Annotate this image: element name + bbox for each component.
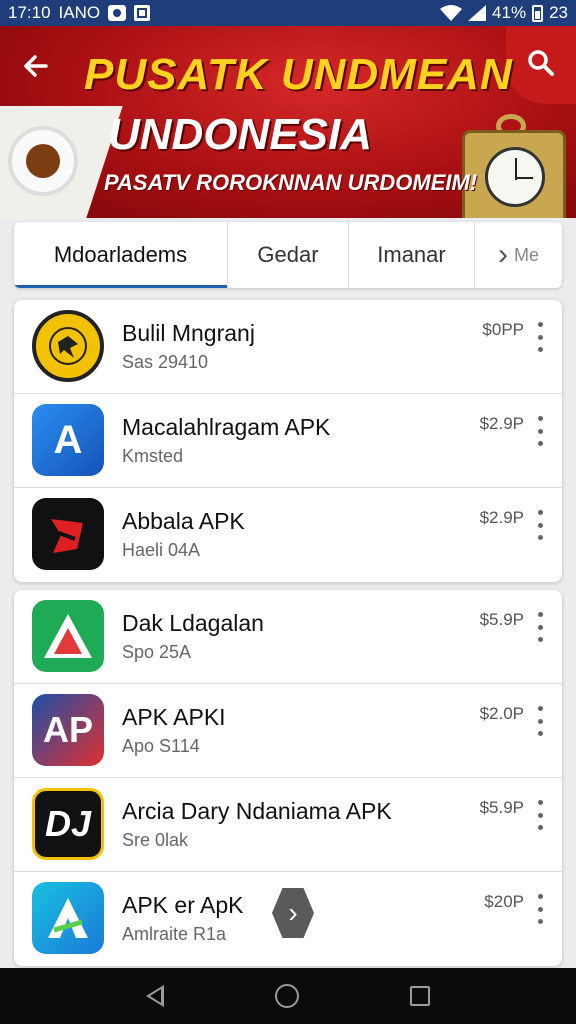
wifi-icon — [440, 5, 463, 21]
nav-back-icon[interactable] — [145, 985, 164, 1007]
list-item[interactable]: Bulil Mngranj Sas 29410 $0PP — [14, 300, 562, 394]
battery-percent: 41% — [492, 3, 527, 22]
tab-imanar[interactable]: Imanar — [349, 222, 475, 288]
more-options-icon[interactable] — [530, 416, 550, 446]
triangle-icon — [32, 600, 104, 672]
letter-a-icon: A — [32, 404, 104, 476]
notification-icon — [108, 5, 127, 21]
dj-icon: DJ — [32, 788, 104, 860]
chevron-right-icon: › — [497, 238, 508, 271]
tab-gedar[interactable]: Gedar — [228, 222, 349, 288]
app-list-card-top: Bulil Mngranj Sas 29410 $0PP A Macalahlr… — [14, 300, 562, 582]
seal-icon — [32, 310, 104, 382]
more-options-icon[interactable] — [530, 894, 550, 924]
header-banner: PUSATK UNDMEAN UNDONESIA PASATV ROROKNNA… — [0, 26, 576, 218]
ap-icon: AP — [32, 694, 104, 766]
more-options-icon[interactable] — [530, 510, 550, 540]
coffee-cup-image — [8, 126, 78, 196]
chevron-right-icon: › — [288, 897, 298, 928]
banner-title-line1: PUSATK UNDMEAN — [84, 50, 513, 99]
more-options-icon[interactable] — [530, 800, 550, 830]
banner-title-line2: UNDONESIA — [108, 110, 373, 159]
more-options-icon[interactable] — [530, 706, 550, 736]
signal-icon — [468, 5, 487, 21]
status-bar: 17:10 IANO 41% 23 — [0, 0, 576, 26]
clock-image — [462, 130, 566, 218]
search-icon — [528, 50, 554, 76]
status-carrier: IANO — [58, 3, 101, 22]
back-button[interactable] — [18, 48, 54, 84]
status-extra: 23 — [549, 3, 568, 22]
tab-mdoarladems[interactable]: Mdoarladems — [14, 222, 228, 288]
tab-more[interactable]: › Me — [475, 222, 562, 288]
arrow-a-icon — [32, 882, 104, 954]
category-tabs: Mdoarladems Gedar Imanar › Me — [14, 222, 562, 288]
list-item[interactable]: DJ Arcia Dary Ndaniama APK Sre 0lak $5.9… — [14, 778, 562, 872]
list-item[interactable]: Dak Ldagalan Spo 25A $5.9P — [14, 590, 562, 684]
more-options-icon[interactable] — [530, 612, 550, 642]
arrow-left-icon — [24, 55, 48, 77]
screenshot-icon — [134, 5, 151, 21]
banner-subtitle: PASATV ROROKNNAN URDOMEIM! — [104, 170, 478, 195]
list-item[interactable]: A Macalahlragam APK Kmsted $2.9P — [14, 394, 562, 488]
nav-recents-icon[interactable] — [410, 986, 431, 1006]
nav-home-icon[interactable] — [274, 984, 299, 1008]
status-time: 17:10 — [8, 3, 51, 22]
battery-icon — [532, 4, 544, 22]
system-nav-bar — [0, 968, 576, 1024]
list-item[interactable]: AP APK APKI Apo S114 $2.0P — [14, 684, 562, 778]
more-options-icon[interactable] — [530, 322, 550, 352]
search-button[interactable] — [506, 26, 576, 104]
list-item[interactable]: Abbala APK Haeli 04A $2.9P — [14, 488, 562, 582]
red-mark-icon — [32, 498, 104, 570]
